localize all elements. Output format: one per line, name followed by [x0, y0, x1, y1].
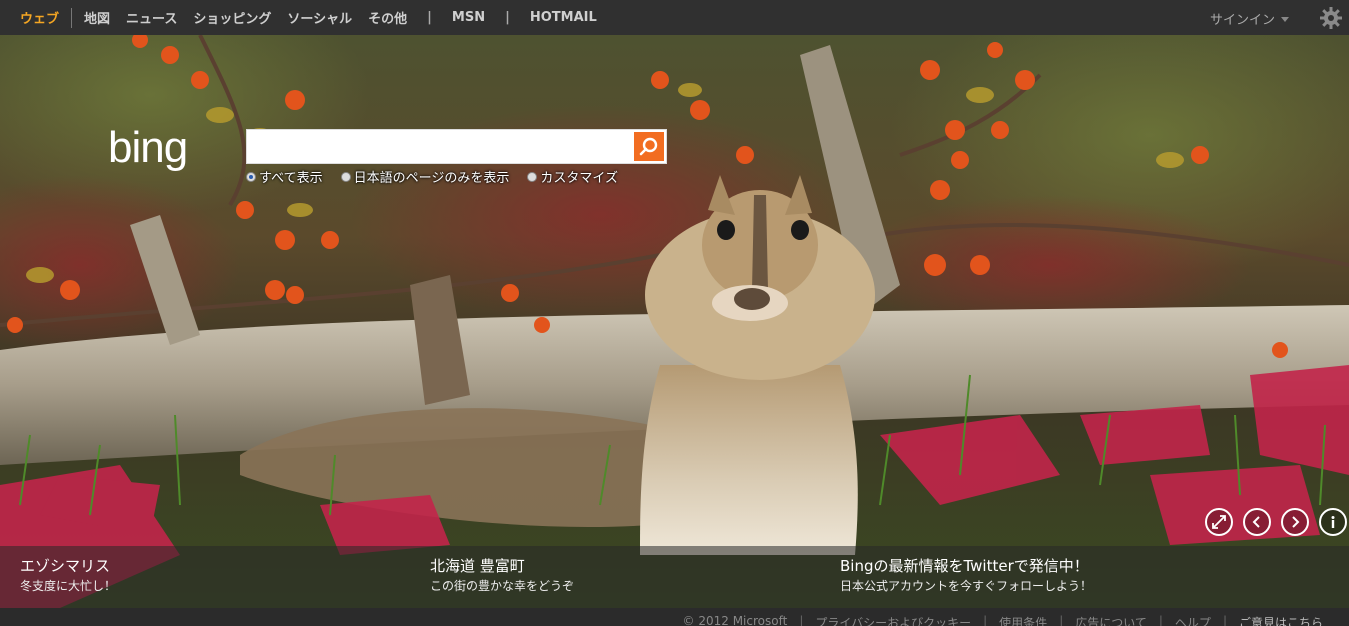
info-card-twitter[interactable]: Bingの最新情報をTwitterで発信中！ 日本公式アカウントを今すぐフォロー…	[820, 546, 1230, 608]
info-card-subtitle: この街の豊かな幸をどうぞ	[430, 579, 575, 593]
nav-more[interactable]: その他	[360, 8, 415, 27]
footer-link-terms[interactable]: 使用条件	[987, 614, 1059, 626]
background-photo	[0, 35, 1349, 608]
radio-unselected	[527, 171, 538, 182]
info-card-title: Bingの最新情報をTwitterで発信中！	[840, 557, 1089, 575]
footer-link-privacy[interactable]: プライバシーおよびクッキー	[803, 614, 983, 626]
scope-japanese-only[interactable]: 日本語のページのみを表示	[340, 167, 510, 186]
nav-shopping[interactable]: ショッピング	[185, 8, 279, 27]
prev-icon	[1252, 516, 1260, 528]
scope-label: カスタマイズ	[540, 171, 618, 186]
radio-selected	[246, 171, 256, 182]
footer: © 2012 Microsoft | プライバシーおよびクッキー | 使用条件 …	[0, 608, 1349, 626]
nav-pipe: |	[505, 10, 510, 25]
search-button[interactable]	[634, 132, 664, 161]
scope-label: すべて表示	[259, 171, 323, 186]
nav-maps[interactable]: 地図	[76, 8, 118, 27]
search-box	[246, 129, 667, 164]
expand-button[interactable]	[1205, 508, 1233, 536]
top-nav-bar: ウェブ 地図 ニュース ショッピング ソーシャル その他 | MSN | HOT…	[0, 0, 1349, 35]
signin-button[interactable]: サインイン	[1210, 9, 1289, 28]
scope-all[interactable]: すべて表示	[246, 167, 323, 186]
image-info-button[interactable]	[1319, 508, 1347, 536]
next-image-button[interactable]	[1281, 508, 1309, 536]
nav-web[interactable]: ウェブ	[12, 8, 67, 27]
nav-hotmail[interactable]: HOTMAIL	[522, 10, 605, 25]
radio-unselected	[340, 171, 351, 182]
gear-icon[interactable]	[1319, 6, 1343, 30]
scope-label: 日本語のページのみを表示	[353, 171, 510, 186]
copyright: © 2012 Microsoft	[682, 614, 788, 626]
image-controls	[1205, 508, 1347, 536]
footer-link-help[interactable]: ヘルプ	[1163, 614, 1223, 626]
info-card-location[interactable]: 北海道 豊富町 この街の豊かな幸をどうぞ	[410, 546, 820, 608]
nav-pipe: |	[427, 10, 432, 25]
info-icon	[1331, 516, 1335, 528]
info-card-subtitle: 日本公式アカウントを今すぐフォローしよう！	[840, 579, 1093, 593]
footer-link-feedback[interactable]: ご意見はこちら	[1227, 614, 1335, 626]
nav-links: ウェブ 地図 ニュース ショッピング ソーシャル その他 | MSN | HOT…	[0, 0, 605, 35]
info-strip: エゾシマリス 冬支度に大忙し！ 北海道 豊富町 この街の豊かな幸をどうぞ Bin…	[0, 546, 1349, 608]
footer-links: © 2012 Microsoft | プライバシーおよびクッキー | 使用条件 …	[671, 614, 1335, 626]
previous-image-button[interactable]	[1243, 508, 1271, 536]
info-card-title: 北海道 豊富町	[430, 557, 525, 575]
bing-logo: bing	[108, 124, 188, 172]
info-card-title: エゾシマリス	[20, 557, 111, 575]
nav-msn[interactable]: MSN	[444, 10, 493, 25]
footer-link-ads[interactable]: 広告について	[1063, 614, 1159, 626]
info-card-subtitle: 冬支度に大忙し！	[20, 579, 117, 593]
scope-customize[interactable]: カスタマイズ	[527, 167, 618, 186]
nav-social[interactable]: ソーシャル	[279, 8, 360, 27]
next-icon	[1292, 516, 1300, 528]
svg-text:bing: bing	[108, 124, 187, 172]
nav-divider	[71, 7, 73, 28]
chevron-down-icon	[1281, 17, 1289, 22]
expand-icon	[1212, 515, 1226, 529]
search-scopes: すべて表示 日本語のページのみを表示 カスタマイズ	[246, 167, 618, 186]
search-input[interactable]	[247, 130, 632, 163]
search-icon	[639, 137, 658, 155]
signin-label: サインイン	[1209, 13, 1275, 28]
nav-news[interactable]: ニュース	[118, 8, 185, 27]
info-card-subject[interactable]: エゾシマリス 冬支度に大忙し！	[0, 546, 410, 608]
